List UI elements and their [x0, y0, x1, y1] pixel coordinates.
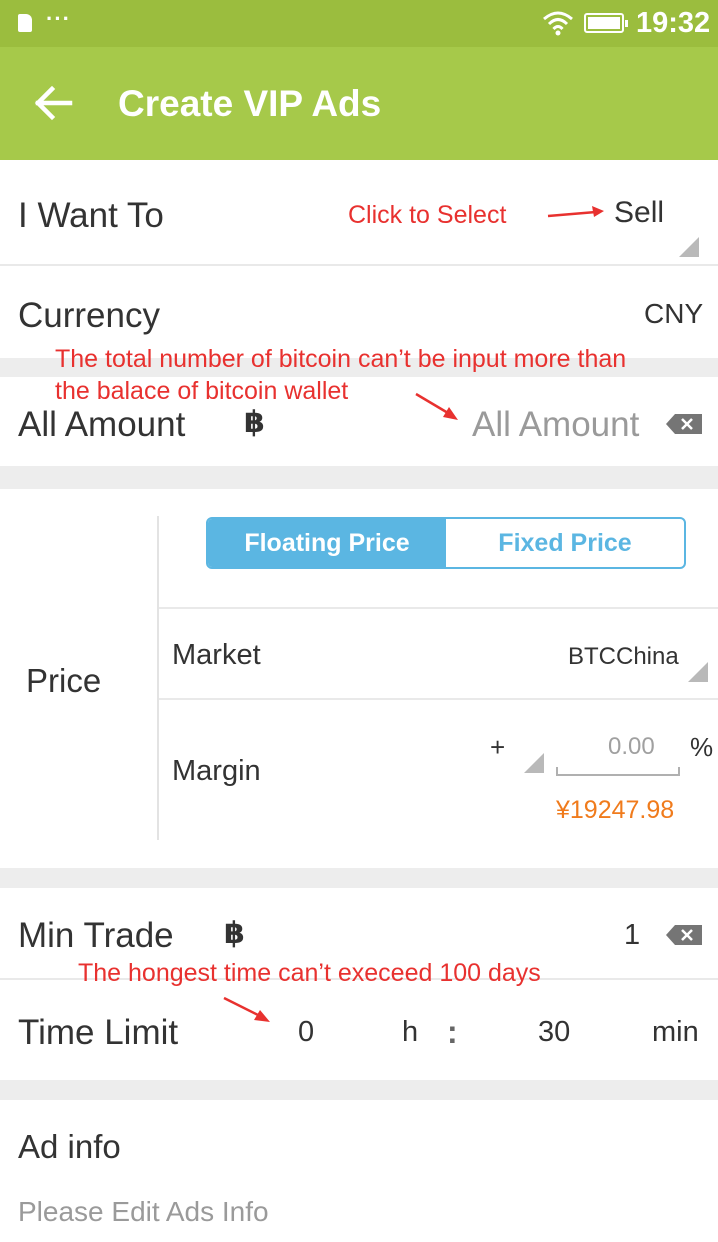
ad-info-section: Ad info Please Edit Ads Info: [0, 1100, 718, 1242]
time-separator: :: [447, 1014, 458, 1050]
amount-input[interactable]: All Amount: [472, 405, 639, 445]
minutes-input[interactable]: 30: [538, 1016, 570, 1049]
app-bar: Create VIP Ads: [0, 47, 718, 160]
amount-label: All Amount: [18, 405, 186, 444]
want-to-label: I Want To: [18, 196, 164, 235]
status-time: 19:32: [636, 7, 711, 39]
sim-card-icon: [18, 14, 32, 32]
divider: [159, 607, 718, 609]
hours-unit: h: [402, 1016, 419, 1048]
annotation-arrow-icon: [547, 206, 604, 218]
tab-floating-price[interactable]: Floating Price: [208, 519, 446, 567]
currency-label: Currency: [18, 296, 160, 335]
annotation-select: Click to Select: [348, 201, 507, 229]
status-bar: ··· 19:32: [0, 0, 718, 47]
page-title: Create VIP Ads: [118, 83, 382, 124]
margin-unit: %: [690, 732, 714, 762]
bitcoin-icon: ฿: [244, 406, 265, 439]
annotation-amount-line2: the balace of bitcoin wallet: [55, 377, 349, 405]
battery-icon: [584, 13, 628, 33]
annotation-arrow-icon: [223, 996, 270, 1022]
currency-value: CNY: [644, 298, 704, 329]
minutes-unit: min: [652, 1016, 699, 1048]
margin-label: Margin: [172, 755, 261, 787]
wifi-icon: [543, 11, 573, 36]
annotation-time: The hongest time can’t execeed 100 days: [78, 959, 541, 987]
price-type-toggle[interactable]: Floating Price Fixed Price: [206, 517, 686, 569]
min-trade-label: Min Trade: [18, 916, 174, 955]
margin-input[interactable]: 0.00: [608, 733, 655, 761]
margin-sign[interactable]: +: [490, 732, 505, 763]
min-trade-input[interactable]: 1: [624, 919, 640, 952]
want-to-value[interactable]: Sell: [614, 196, 664, 230]
market-value[interactable]: BTCChina: [568, 643, 679, 671]
dropdown-corner-icon[interactable]: [524, 753, 544, 773]
dropdown-corner-icon[interactable]: [688, 662, 708, 682]
market-label: Market: [172, 639, 261, 671]
bitcoin-icon: ฿: [224, 917, 245, 950]
computed-price: ¥19247.98: [556, 796, 675, 824]
time-limit-label: Time Limit: [18, 1013, 179, 1052]
ad-info-input[interactable]: Please Edit Ads Info: [18, 1196, 269, 1228]
annotation-amount-line1: The total number of bitcoin can’t be inp…: [55, 345, 627, 373]
margin-input-underline: [556, 767, 680, 776]
hours-input[interactable]: 0: [298, 1016, 314, 1049]
ad-info-label: Ad info: [18, 1128, 121, 1165]
price-label: Price: [26, 662, 102, 699]
tab-fixed-price[interactable]: Fixed Price: [446, 519, 684, 567]
divider: [159, 698, 718, 700]
clear-icon[interactable]: [666, 925, 702, 945]
price-divider: [157, 516, 159, 840]
clear-icon[interactable]: [666, 414, 702, 434]
back-arrow-icon[interactable]: [34, 85, 74, 121]
annotation-arrow-icon: [415, 392, 458, 420]
dropdown-corner-icon[interactable]: [679, 237, 699, 257]
notification-dots: ···: [46, 6, 71, 31]
